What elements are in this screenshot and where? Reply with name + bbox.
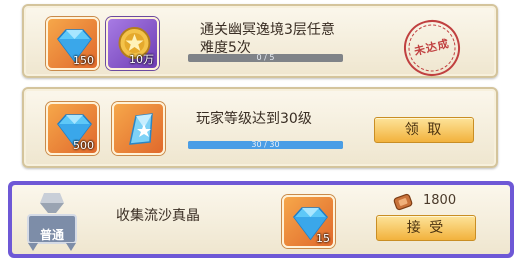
reward-slot-diamond[interactable]: 150: [46, 17, 99, 70]
badge-label: 普通: [39, 228, 64, 242]
task-title: 收集流沙真晶: [116, 208, 200, 224]
bronze-coin-icon: [393, 193, 413, 211]
task-card-3: 普通 收集流沙真晶 15 1800 接 受: [8, 181, 514, 258]
task-progress-bar: 0 / 5: [188, 54, 343, 62]
claim-button[interactable]: 领 取: [374, 117, 474, 143]
reward-qty: 10万: [129, 53, 154, 66]
reward-slot-gold-coin[interactable]: 10万: [106, 17, 159, 70]
reward-slot-diamond[interactable]: 500: [46, 102, 99, 155]
reward-qty: 15: [316, 232, 330, 245]
task-title: 通关幽冥逸境3层任意难度5次: [200, 22, 335, 56]
task-progress-bar: 30 / 30: [188, 141, 343, 149]
banner-icon: [27, 193, 77, 251]
task-card-3-body: 普通 收集流沙真晶 15 1800 接 受: [12, 185, 510, 254]
crystal-shard-icon: [129, 113, 153, 145]
progress-text: 0 / 5: [256, 54, 275, 62]
cost-value: 1800: [423, 193, 457, 208]
status-stamp: 未达成: [394, 10, 469, 85]
reward-slot-diamond[interactable]: 15: [282, 195, 335, 248]
task-title: 玩家等级达到30级: [196, 111, 312, 127]
quality-badge: 普通: [22, 193, 82, 255]
reward-qty: 150: [73, 54, 94, 67]
task-card-1: 150 10万 通关幽冥逸境3层任意难度5次 0 / 5 未达成: [22, 4, 498, 78]
reward-slot-crystal-shard[interactable]: [112, 102, 165, 155]
task-card-2: 500 玩家等级达到30级 30 / 30 领 取: [22, 87, 498, 168]
progress-text: 30 / 30: [251, 141, 280, 149]
reward-qty: 500: [73, 139, 94, 152]
accept-button[interactable]: 接 受: [376, 215, 476, 241]
